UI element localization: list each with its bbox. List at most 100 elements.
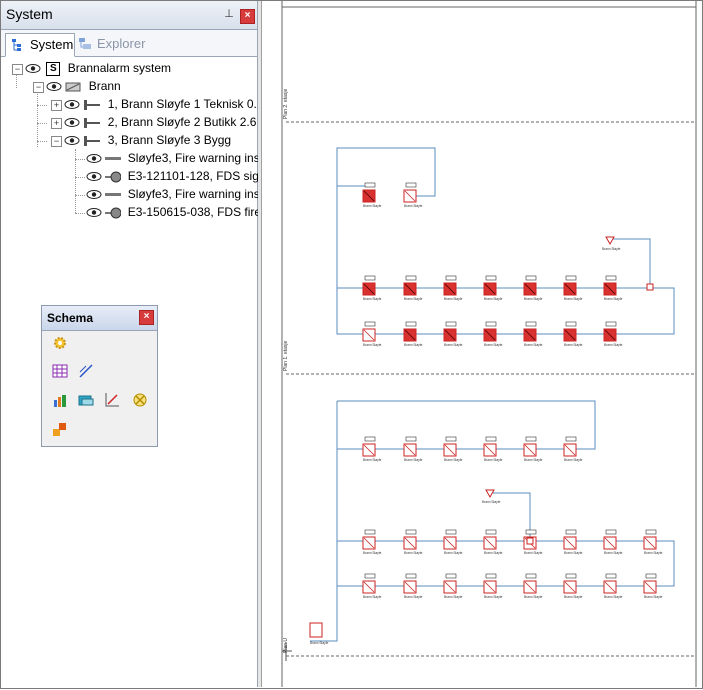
device-caption: Brann Sløyfe	[564, 297, 583, 301]
device-caption: Brann Sløyfe	[444, 595, 463, 599]
expand-loop-3-toggle[interactable]: −	[51, 136, 62, 147]
device-caption: Brann Sløyfe	[484, 343, 503, 347]
junction-box	[646, 283, 654, 291]
tree-item-loop-2[interactable]: 2, Brann Sløyfe 2 Butikk 2.6	[64, 113, 256, 131]
tab-system[interactable]: System	[5, 33, 75, 57]
device-caption: Brann Sløyfe	[604, 343, 623, 347]
tree-item-loop-1[interactable]: 1, Brann Sløyfe 1 Teknisk 0.1	[64, 95, 264, 113]
wire-icon	[105, 192, 122, 196]
device-tag	[525, 321, 537, 327]
tree-item-label: E3-121101-128, FDS signa	[127, 169, 273, 183]
device-tag	[364, 436, 376, 442]
panel-close-button[interactable]: ×	[240, 9, 255, 24]
tree-item-label: Brannalarm system	[67, 61, 172, 75]
device-tag	[565, 529, 577, 535]
loop-wire	[336, 186, 675, 335]
pin-icon[interactable]: ⊥	[222, 7, 236, 21]
device-tag	[445, 275, 457, 281]
device-caption: Brann Sløyfe	[404, 595, 423, 599]
expand-loop-2-toggle[interactable]: +	[51, 118, 62, 129]
device-tag	[525, 436, 537, 442]
device-tag	[364, 275, 376, 281]
eye-icon	[64, 118, 80, 128]
device-tag	[645, 573, 657, 579]
eye-icon	[86, 190, 102, 200]
line-icon[interactable]	[78, 363, 94, 379]
device-tag	[445, 573, 457, 579]
schema-close-button[interactable]: ×	[139, 310, 154, 325]
card-icon[interactable]	[78, 392, 94, 408]
chart-icon[interactable]	[52, 392, 68, 408]
device-caption: Brann Sløyfe	[363, 551, 382, 555]
tree-item-device[interactable]: Sløyfe3, Fire warning inst	[86, 149, 263, 167]
device-tag	[525, 275, 537, 281]
blocks-icon[interactable]	[52, 421, 68, 437]
device-caption: Brann Sløyfe	[602, 247, 621, 251]
loop-wire	[336, 400, 596, 450]
tree-icon	[12, 39, 21, 51]
device-tag	[405, 182, 417, 188]
tree-item-brann[interactable]: Brann	[46, 77, 121, 95]
detector-icon	[105, 171, 122, 183]
device-tag	[565, 573, 577, 579]
tab-explorer[interactable]: Explorer	[73, 33, 161, 55]
device-caption: Brann Sløyfe	[564, 551, 583, 555]
tree-item-loop-3[interactable]: 3, Brann Sløyfe 3 Bygg	[64, 131, 231, 149]
device-caption: Brann Sløyfe	[524, 458, 543, 462]
device-tag	[405, 529, 417, 535]
wire-icon	[105, 156, 122, 160]
device-tag	[405, 321, 417, 327]
panel-titlebar: System ⊥ ×	[1, 1, 257, 30]
device-tag	[405, 573, 417, 579]
device-tag	[445, 321, 457, 327]
detector-icon[interactable]	[132, 392, 148, 408]
device-caption: Brann Sløyfe	[404, 204, 423, 208]
floor-label: Plan 1. etasje	[283, 340, 289, 371]
floor-label: Plan 2. etasje	[283, 88, 289, 119]
detector-icon	[105, 207, 122, 219]
device-tag	[565, 321, 577, 327]
tree-item-root[interactable]: S Brannalarm system	[25, 59, 171, 77]
tree-item-device[interactable]: E3-150615-038, FDS fire d	[86, 203, 271, 221]
device-caption: Brann Sløyfe	[604, 551, 623, 555]
tree-item-label: Brann	[88, 79, 121, 93]
device-tag	[485, 275, 497, 281]
device-tag	[405, 275, 417, 281]
schema-title: Schema	[47, 311, 94, 325]
device-tag	[485, 436, 497, 442]
alarm-sensor	[605, 236, 615, 246]
device-tag	[405, 436, 417, 442]
expand-loop-1-toggle[interactable]: +	[51, 100, 62, 111]
grid-icon[interactable]	[52, 363, 68, 379]
drawing-canvas[interactable]: Plan 2. etasjePlan 1. etasjePlan UBrann …	[262, 1, 702, 687]
device-caption: Brann Sløyfe	[444, 458, 463, 462]
device-caption: Brann Sløyfe	[484, 551, 503, 555]
eye-icon	[86, 208, 102, 218]
expand-brann-toggle[interactable]: −	[33, 82, 44, 93]
gear-icon[interactable]	[52, 335, 68, 351]
device-tag	[364, 573, 376, 579]
device-caption: Brann Sløyfe	[444, 343, 463, 347]
tree-item-device[interactable]: E3-121101-128, FDS signa	[86, 167, 272, 185]
tab-explorer-label: Explorer	[97, 36, 146, 51]
device-tag	[565, 436, 577, 442]
junction-box	[526, 537, 534, 545]
device-caption: Brann Sløyfe	[363, 595, 382, 599]
device-caption: Brann Sløyfe	[444, 297, 463, 301]
panel-title: System	[6, 6, 53, 22]
device-caption: Brann Sløyfe	[564, 343, 583, 347]
device-caption: Brann Sløyfe	[404, 551, 423, 555]
schema-titlebar[interactable]: Schema ×	[42, 306, 157, 331]
device-caption: Brann Sløyfe	[482, 500, 501, 504]
device-caption: Brann Sløyfe	[484, 297, 503, 301]
device-caption: Brann Sløyfe	[363, 204, 382, 208]
tree-item-label: 3, Brann Sløyfe 3 Bygg	[107, 133, 232, 147]
expand-root-toggle[interactable]: −	[12, 64, 23, 75]
tree-item-device[interactable]: Sløyfe3, Fire warning inst	[86, 185, 263, 203]
device-tag	[525, 529, 537, 535]
system-badge: S	[46, 61, 61, 76]
axis-icon[interactable]	[104, 392, 120, 408]
eye-icon	[64, 100, 80, 110]
device-caption: Brann Sløyfe	[484, 458, 503, 462]
device-caption: Brann Sløyfe	[310, 641, 329, 645]
